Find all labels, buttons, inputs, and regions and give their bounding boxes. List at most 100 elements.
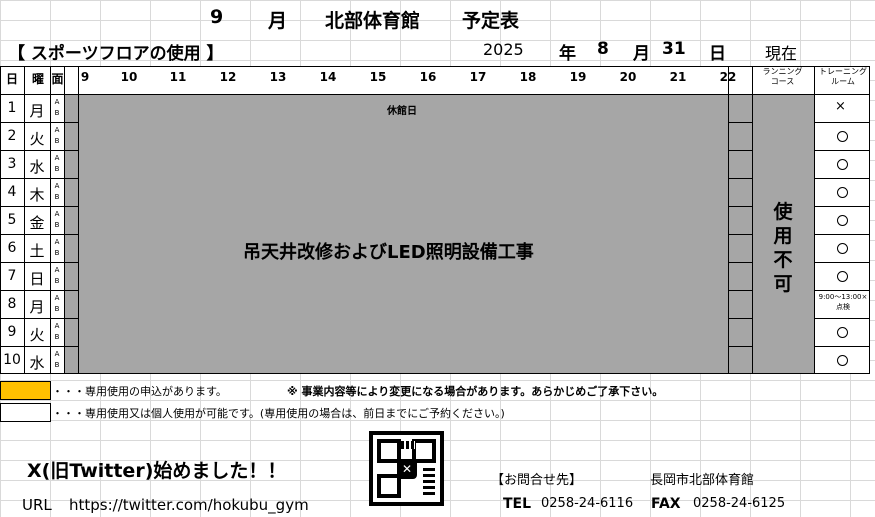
row-face-a: A: [54, 350, 60, 358]
closed-day-bar: [78, 95, 814, 122]
grid-line: [814, 346, 870, 347]
training-available-icon: [837, 355, 848, 366]
grid-line: [0, 290, 78, 291]
col-running-line1: ランニング: [762, 67, 803, 76]
grid-line: [728, 150, 752, 151]
grid-line: [0, 318, 78, 319]
training-available-icon: [837, 131, 848, 142]
col-running-line2: コース: [770, 77, 795, 86]
grid-line: [0, 150, 78, 151]
grid-line: [728, 346, 752, 347]
grid-line: [78, 66, 79, 373]
grid-line: [0, 122, 78, 123]
contact-label: 【お問合せ先】: [491, 473, 583, 488]
training-row1-status: ×: [835, 99, 846, 114]
title-month: 9: [210, 6, 224, 28]
row-face-b: B: [54, 193, 60, 201]
row-face-a: A: [54, 322, 60, 330]
grid-line: [814, 262, 870, 263]
training-row8-line2: 点検: [836, 303, 850, 311]
col-hour: 12: [219, 70, 237, 84]
row-day: 3: [7, 156, 17, 172]
row-weekday: 日: [29, 270, 45, 288]
contact-name: 長岡市北部体育館: [650, 473, 755, 488]
training-available-icon: [837, 215, 848, 226]
grid-line: [814, 66, 815, 373]
row-day: 6: [7, 240, 17, 256]
legend-open-swatch: [0, 403, 51, 422]
row-weekday: 月: [29, 102, 45, 120]
row-day: 10: [3, 352, 21, 368]
col-hour: 21: [669, 70, 687, 84]
title-facility: 北部体育館: [325, 10, 421, 32]
row-face-a: A: [54, 238, 60, 246]
date-day: 31: [662, 39, 686, 59]
grid-line: [728, 318, 752, 319]
legend-exclusive-text: ・・・専用使用の申込があります。: [52, 385, 227, 398]
grid-line: [0, 206, 78, 207]
row-day: 9: [7, 324, 17, 340]
col-hour: 19: [569, 70, 587, 84]
grid-line: [814, 234, 870, 235]
row-weekday: 火: [29, 130, 45, 148]
col-training: トレーニング ルーム: [815, 67, 871, 87]
grid-line: [728, 206, 752, 207]
training-available-icon: [837, 327, 848, 338]
col-hour: 15: [369, 70, 387, 84]
row-day: 8: [7, 296, 17, 312]
row-face-b: B: [54, 333, 60, 341]
row-day: 2: [7, 128, 17, 144]
date-month-unit: 月: [633, 44, 650, 64]
qr-pattern-2: [423, 465, 435, 495]
row-face-a: A: [54, 210, 60, 218]
legend-notice: ※ 事業内容等により変更になる場合があります。あらかじめご了承下さい。: [287, 385, 664, 398]
row-face-a: A: [54, 98, 60, 106]
grid-line: [0, 262, 78, 263]
grid-line: [0, 178, 78, 179]
running-status-char-4: 可: [773, 273, 793, 295]
col-running: ランニング コース: [755, 67, 810, 87]
row-day: 4: [7, 184, 17, 200]
area-title: 【 スポーツフロアの使用 】: [8, 44, 224, 64]
row-face-b: B: [54, 165, 60, 173]
col-hour: 14: [319, 70, 337, 84]
grid-line: [814, 318, 870, 319]
tel-label: TEL: [503, 496, 532, 512]
col-hour: 16: [419, 70, 437, 84]
grid-line: [728, 66, 729, 373]
row-face-a: A: [54, 126, 60, 134]
col-hour: 17: [469, 70, 487, 84]
row-weekday: 水: [29, 158, 45, 176]
qr-code-icon: ✕: [369, 431, 444, 506]
col-hour: 13: [269, 70, 287, 84]
closed-day-label: 休館日: [387, 106, 417, 117]
legend-exclusive-swatch: [0, 381, 51, 400]
fax-number: 0258-24-6125: [693, 496, 786, 511]
row-face-b: B: [54, 277, 60, 285]
row-face-b: B: [54, 305, 60, 313]
row-face-b: B: [54, 137, 60, 145]
training-available-icon: [837, 243, 848, 254]
training-available-icon: [837, 159, 848, 170]
row-face-a: A: [54, 154, 60, 162]
twitter-url-link[interactable]: https://twitter.com/hokubu_gym: [69, 496, 309, 514]
row-weekday: 金: [29, 214, 45, 232]
row-face-a: A: [54, 294, 60, 302]
training-available-icon: [837, 187, 848, 198]
col-hour: 18: [519, 70, 537, 84]
running-status: 使 用 不 可: [771, 200, 795, 296]
row-weekday: 木: [29, 186, 45, 204]
legend-open-text: ・・・専用使用又は個人使用が可能です。(専用使用の場合は、前日までにご予約くださ…: [52, 407, 505, 420]
running-status-char-3: 不: [773, 249, 793, 271]
row-face-b: B: [54, 361, 60, 369]
row-day: 7: [7, 268, 17, 284]
row-weekday: 火: [29, 326, 45, 344]
as-of-label: 現在: [765, 44, 798, 63]
col-hour: 11: [169, 70, 187, 84]
row-weekday: 土: [29, 242, 45, 260]
date-month: 8: [597, 39, 609, 59]
col-training-line2: ルーム: [831, 77, 855, 86]
qr-pattern: [401, 441, 415, 449]
date-day-unit: 日: [709, 44, 726, 64]
year-unit: 年: [559, 44, 576, 64]
